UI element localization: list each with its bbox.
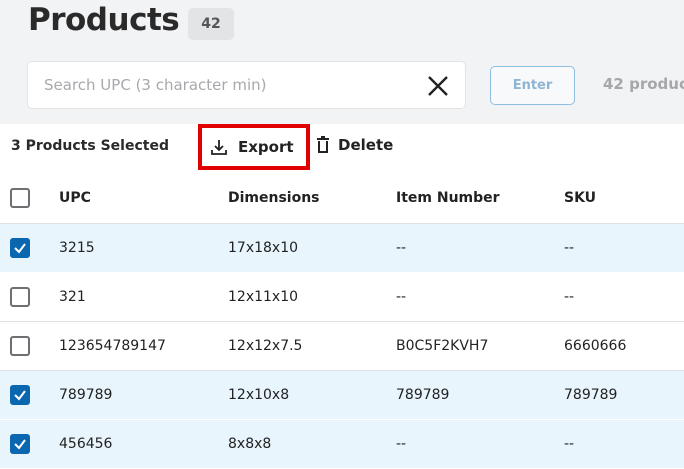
cell-dimensions: 17x18x10 [228, 240, 299, 256]
cell-dimensions: 8x8x8 [228, 436, 272, 452]
page-title: Products [28, 2, 180, 38]
checkmark-icon [14, 390, 26, 401]
cell-upc: 456456 [59, 436, 113, 452]
cell-item-number: -- [396, 289, 407, 305]
products-count-text: 42 products [603, 75, 684, 93]
enter-button[interactable]: Enter [490, 66, 575, 105]
search-input[interactable] [44, 74, 414, 96]
column-header-upc[interactable]: UPC [59, 172, 91, 223]
row-checkbox[interactable] [10, 434, 30, 454]
trash-icon [317, 136, 329, 153]
table-row[interactable]: 3215 17x18x10 -- -- [0, 224, 684, 273]
cell-upc: 123654789147 [59, 338, 166, 354]
cell-dimensions: 12x12x7.5 [228, 338, 303, 354]
cell-sku: -- [564, 240, 575, 256]
column-header-item-number[interactable]: Item Number [396, 172, 500, 223]
cell-sku: 6660666 [564, 338, 627, 354]
delete-button[interactable]: Delete [316, 136, 393, 154]
product-count-badge: 42 [188, 8, 234, 40]
table-row[interactable]: 123654789147 12x12x7.5 B0C5F2KVH7 6660666 [0, 322, 684, 371]
table-row[interactable]: 456456 8x8x8 -- -- [0, 420, 684, 469]
cell-item-number: 789789 [396, 387, 450, 403]
select-all-checkbox[interactable] [10, 187, 30, 208]
cell-dimensions: 12x10x8 [228, 387, 290, 403]
cell-upc: 321 [59, 289, 86, 305]
row-checkbox[interactable] [10, 336, 30, 356]
clear-search-icon[interactable] [426, 74, 450, 98]
table-row[interactable]: 321 12x11x10 -- -- [0, 273, 684, 322]
cell-dimensions: 12x11x10 [228, 289, 299, 305]
selection-toolbar: 3 Products Selected Export Delete [0, 124, 684, 172]
cell-sku: -- [564, 289, 575, 305]
cell-item-number: -- [396, 436, 407, 452]
delete-label: Delete [338, 136, 394, 154]
search-box [27, 61, 466, 109]
cell-sku: 789789 [564, 387, 618, 403]
table-row[interactable]: 789789 12x10x8 789789 789789 [0, 371, 684, 420]
row-checkbox[interactable] [10, 385, 30, 405]
checkmark-icon [14, 439, 26, 450]
export-label: Export [238, 138, 294, 156]
cell-item-number: -- [396, 240, 407, 256]
download-icon [211, 140, 227, 155]
column-header-dimensions[interactable]: Dimensions [228, 172, 320, 223]
checkmark-icon [14, 243, 26, 254]
table-header-row: UPC Dimensions Item Number SKU [0, 172, 684, 224]
row-checkbox[interactable] [10, 238, 30, 258]
cell-sku: -- [564, 436, 575, 452]
cell-upc: 789789 [59, 387, 113, 403]
cell-item-number: B0C5F2KVH7 [396, 338, 489, 354]
cell-upc: 3215 [59, 240, 95, 256]
page-header: Products 42 Enter 42 products [0, 0, 684, 124]
column-header-sku[interactable]: SKU [564, 172, 596, 223]
export-button[interactable]: Export [198, 124, 310, 170]
products-table: UPC Dimensions Item Number SKU 3215 17x18… [0, 172, 684, 469]
selected-count: 3 Products Selected [11, 138, 169, 154]
row-checkbox[interactable] [10, 287, 30, 307]
